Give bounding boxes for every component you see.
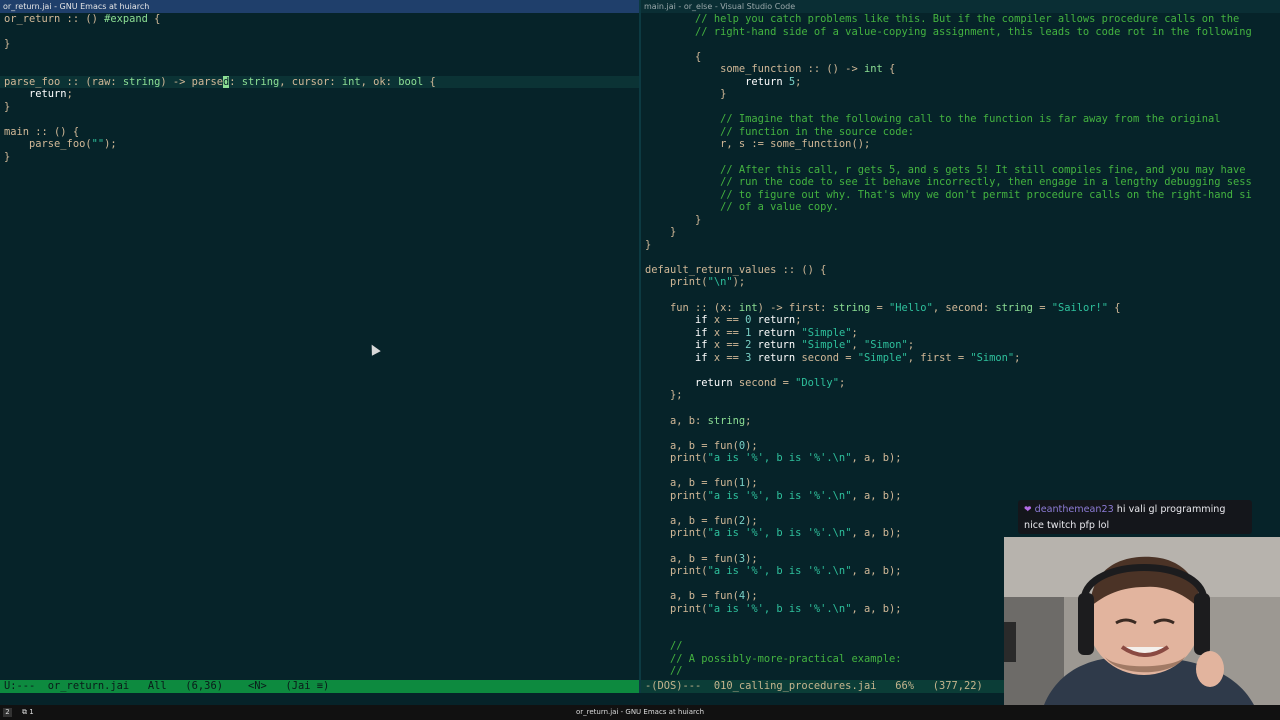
code-line: print("\n"); bbox=[645, 276, 746, 289]
code-line: parse_foo(""); bbox=[4, 138, 117, 151]
code-line: return 5; bbox=[745, 75, 802, 88]
code-line: } bbox=[645, 88, 727, 101]
code-line: } bbox=[4, 100, 11, 113]
streamer-webcam-image bbox=[1004, 537, 1280, 705]
code-line: } bbox=[4, 38, 11, 51]
webcam-feed bbox=[1004, 537, 1280, 705]
code-line: or_return :: () #expand { bbox=[4, 13, 161, 25]
code-line: return; bbox=[29, 88, 73, 101]
code-line: if x == 3 return second = "Simple", firs… bbox=[695, 351, 1021, 364]
text-cursor: d bbox=[222, 75, 230, 88]
code-line: } bbox=[645, 226, 677, 239]
code-line: r, s := some_function(); bbox=[645, 138, 871, 151]
code-line: // to figure out why. That's why we don'… bbox=[645, 188, 1252, 201]
active-window-title: or_return.jai - GNU Emacs at huiarch bbox=[575, 708, 705, 716]
code-line: a, b = fun(0); bbox=[645, 439, 758, 452]
code-line: some_function :: () -> int { bbox=[645, 63, 896, 76]
emacs-title-bar: or_return.jai - GNU Emacs at huiarch bbox=[0, 0, 639, 13]
code-line: if x == 2 return "Simple", "Simon"; bbox=[695, 339, 915, 352]
chat-username: deanthemean23 bbox=[1034, 504, 1114, 515]
code-line: // right-hand side of a value-copying as… bbox=[645, 25, 1252, 38]
code-line: { bbox=[645, 50, 702, 63]
emacs-modeline: U:--- or_return.jai All (6,36) <N> (Jai … bbox=[0, 680, 639, 693]
code-line: main :: () { bbox=[4, 125, 80, 138]
emacs-code-buffer[interactable]: or_return :: () #expand { } parse_foo ::… bbox=[0, 13, 639, 164]
code-line: // of a value copy. bbox=[645, 201, 839, 214]
vscode-title-bar: main.jai - or_else - Visual Studio Code bbox=[641, 0, 1280, 13]
code-line-current: parse_foo :: (raw: string) -> parsed: st… bbox=[0, 75, 639, 89]
code-line: } bbox=[645, 238, 652, 251]
code-line: if x == 0 return; bbox=[695, 314, 802, 327]
stream-chat-overlay: ❤ deanthemean23 hi vali gl programming n… bbox=[1018, 500, 1252, 534]
heart-icon: ❤ bbox=[1024, 505, 1032, 515]
code-line: default_return_values :: () { bbox=[645, 263, 827, 276]
code-line: a, b = fun(1); bbox=[645, 477, 758, 490]
code-line: return second = "Dolly"; bbox=[695, 376, 846, 389]
code-line: print("a is '%', b is '%'.\n", a, b); bbox=[645, 452, 902, 465]
code-line: // run the code to see it behave incorre… bbox=[645, 176, 1252, 189]
emacs-window[interactable]: or_return.jai - GNU Emacs at huiarch or_… bbox=[0, 0, 639, 693]
code-line: } bbox=[645, 213, 702, 226]
code-line: if x == 1 return "Simple"; bbox=[695, 326, 858, 339]
code-line: }; bbox=[645, 389, 683, 402]
mouse-pointer-icon bbox=[367, 342, 381, 356]
code-line: // After this call, r gets 5, and s gets… bbox=[645, 163, 1246, 176]
code-line: fun :: (x: int) -> first: string = "Hell… bbox=[645, 301, 1121, 314]
code-line: } bbox=[4, 151, 11, 164]
code-line: // Imagine that the following call to th… bbox=[645, 113, 1221, 126]
code-line: a, b: string; bbox=[645, 414, 752, 427]
code-line: // function in the source code: bbox=[645, 125, 914, 138]
code-line: // help you catch problems like this. Bu… bbox=[645, 13, 1240, 25]
taskbar: 2 ⧉ 1 or_return.jai - GNU Emacs at huiar… bbox=[0, 705, 1280, 720]
